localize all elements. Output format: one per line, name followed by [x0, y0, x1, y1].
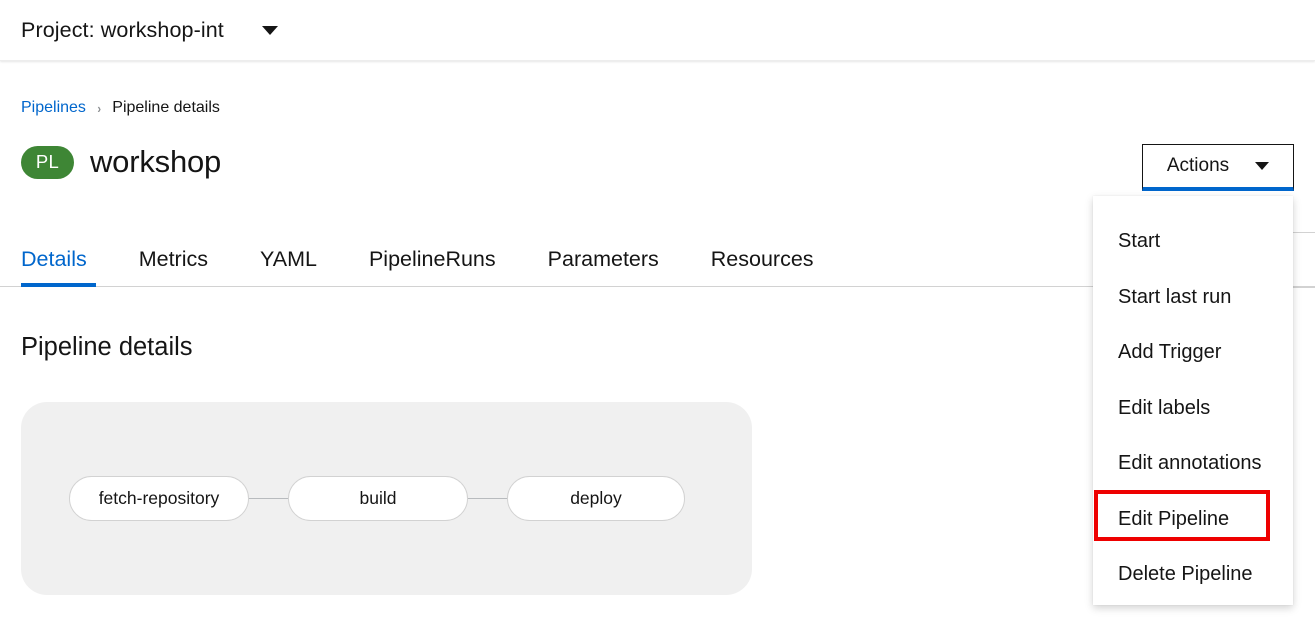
actions-dropdown-button[interactable]: Actions	[1142, 144, 1294, 191]
caret-down-icon	[1255, 162, 1270, 170]
chevron-down-icon	[261, 25, 278, 35]
menu-item-start-last-run[interactable]: Start last run	[1093, 270, 1293, 326]
tab-details[interactable]: Details	[0, 232, 113, 287]
tab-label: PipelineRuns	[368, 246, 496, 271]
tab-label: Parameters	[547, 246, 659, 271]
menu-item-edit-annotations[interactable]: Edit annotations	[1093, 436, 1293, 492]
tab-metrics[interactable]: Metrics	[113, 232, 234, 286]
page-root: Project: workshop-int Pipelines › Pipeli…	[0, 0, 1315, 631]
pipeline-task-track: fetch-repository build deploy	[21, 402, 752, 595]
content-divider	[1293, 232, 1315, 233]
menu-item-edit-pipeline[interactable]: Edit Pipeline	[1093, 492, 1293, 548]
pipeline-task-node[interactable]: fetch-repository	[69, 476, 249, 521]
tab-yaml[interactable]: YAML	[234, 232, 343, 286]
actions-button-label: Actions	[1166, 155, 1230, 176]
content-divider	[1293, 287, 1315, 288]
menu-item-edit-labels[interactable]: Edit labels	[1093, 381, 1293, 437]
tab-label: YAML	[260, 246, 317, 271]
tab-resources[interactable]: Resources	[685, 232, 840, 286]
breadcrumb-link-pipelines[interactable]: Pipelines	[21, 99, 86, 117]
page-title: workshop	[90, 144, 222, 179]
pipeline-task-node[interactable]: deploy	[507, 476, 685, 521]
pipeline-visualization: fetch-repository build deploy	[21, 402, 752, 595]
tab-label: Details	[21, 246, 87, 271]
breadcrumb: Pipelines › Pipeline details	[21, 99, 220, 117]
section-heading-pipeline-details: Pipeline details	[21, 333, 193, 361]
actions-dropdown-menu: Start Start last run Add Trigger Edit la…	[1093, 196, 1293, 605]
tab-label: Metrics	[138, 246, 208, 271]
project-bar: Project: workshop-int	[0, 0, 1315, 61]
resource-badge-pipeline: PL	[21, 145, 74, 179]
tab-label: Resources	[710, 246, 814, 271]
menu-item-start[interactable]: Start	[1093, 214, 1293, 270]
pipeline-task-node[interactable]: build	[288, 476, 468, 521]
menu-item-add-trigger[interactable]: Add Trigger	[1093, 325, 1293, 381]
project-selector-toggle[interactable]: Project: workshop-int	[21, 18, 278, 43]
project-selector-label: Project: workshop-int	[21, 17, 224, 42]
pipeline-edge	[249, 498, 288, 499]
breadcrumb-current: Pipeline details	[112, 99, 220, 116]
breadcrumb-separator-icon: ›	[97, 100, 101, 116]
tab-parameters[interactable]: Parameters	[522, 232, 685, 286]
page-title-row: PL workshop	[21, 144, 222, 179]
menu-item-delete-pipeline[interactable]: Delete Pipeline	[1093, 547, 1293, 603]
pipeline-edge	[468, 498, 507, 499]
tab-pipelineruns[interactable]: PipelineRuns	[343, 232, 522, 286]
